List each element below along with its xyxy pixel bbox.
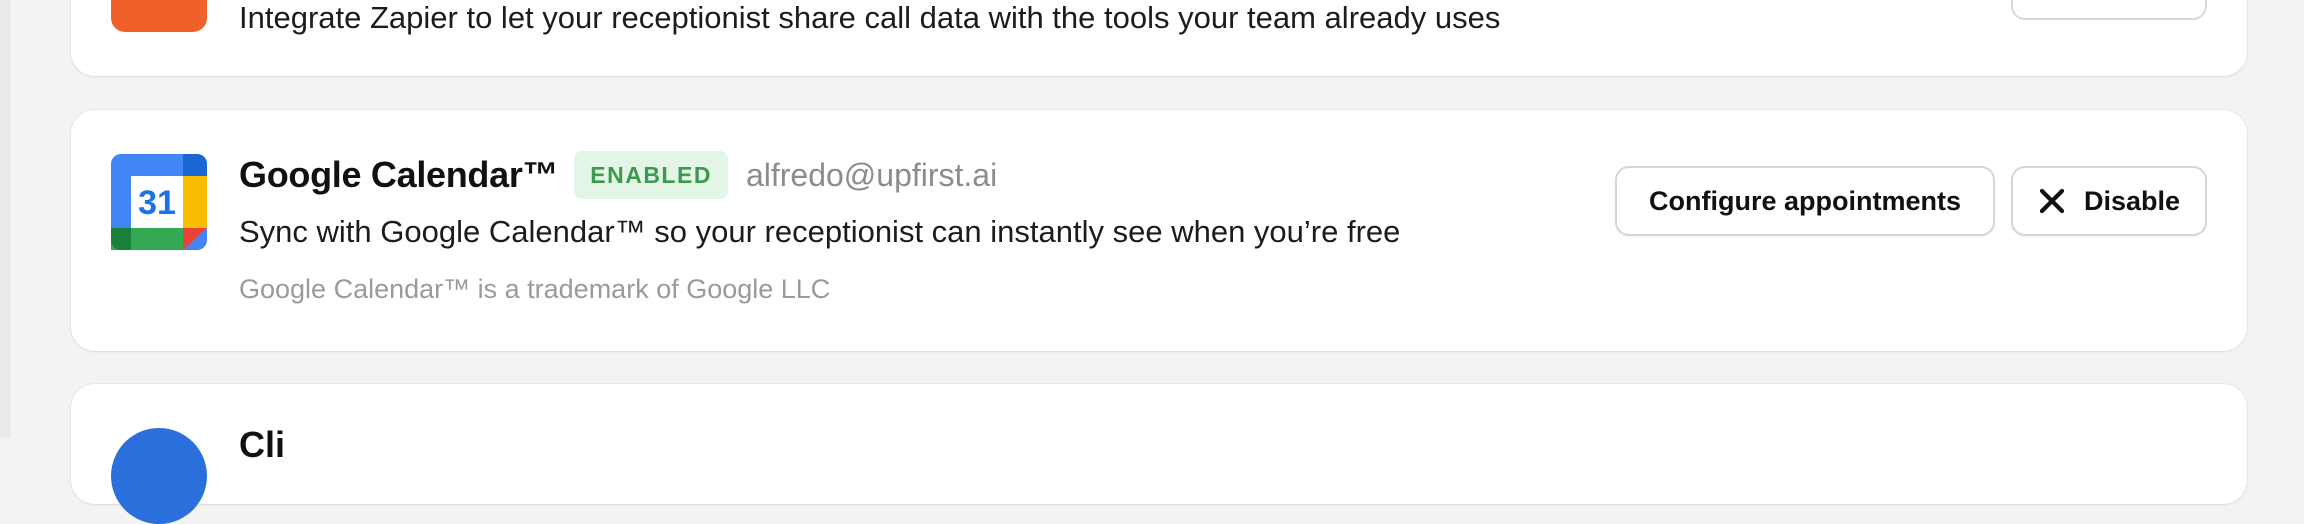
integration-title: Cli bbox=[239, 424, 286, 465]
clio-logo-icon bbox=[111, 428, 207, 524]
close-icon bbox=[2039, 188, 2065, 214]
configure-appointments-button[interactable]: Configure appointments bbox=[1615, 166, 1995, 236]
integration-card-next: Cli bbox=[71, 384, 2247, 524]
google-calendar-logo-icon: 31 bbox=[111, 154, 207, 250]
zapier-description: Integrate Zapier to let your receptionis… bbox=[239, 0, 1501, 35]
zapier-logo-icon bbox=[111, 0, 207, 32]
integration-title: Google Calendar™ bbox=[239, 154, 559, 195]
sidebar-edge bbox=[0, 0, 10, 438]
trademark-note: Google Calendar™ is a trademark of Googl… bbox=[239, 274, 831, 304]
account-email: alfredo@upfirst.ai bbox=[745, 156, 998, 193]
integration-card-google-calendar: 31 Google Calendar™ ENABLED alfredo@upfi… bbox=[71, 110, 2247, 351]
disable-button[interactable]: Disable bbox=[2011, 166, 2207, 236]
configure-appointments-label: Configure appointments bbox=[1649, 185, 1961, 216]
calendar-title-row: Google Calendar™ ENABLED alfredo@upfirst… bbox=[239, 150, 997, 200]
integration-description: Sync with Google Calendar™ so your recep… bbox=[239, 214, 1401, 249]
zapier-action-button[interactable] bbox=[2011, 0, 2207, 20]
google-calendar-logo-day: 31 bbox=[138, 184, 176, 222]
status-badge: ENABLED bbox=[574, 151, 728, 199]
disable-label: Disable bbox=[2083, 185, 2181, 216]
integration-card-zapier: Integrate Zapier to let your receptionis… bbox=[71, 0, 2247, 76]
